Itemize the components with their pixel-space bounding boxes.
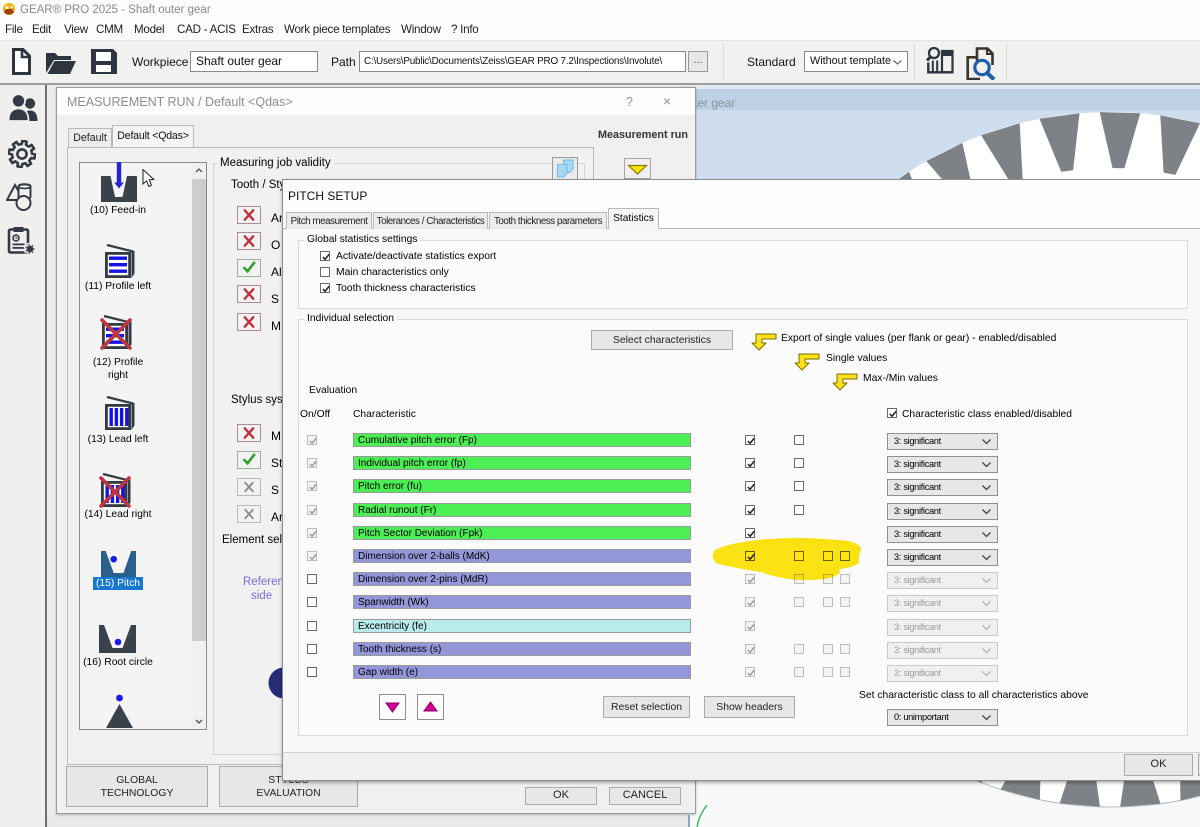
svg-text:ter gear: ter gear: [694, 96, 735, 110]
